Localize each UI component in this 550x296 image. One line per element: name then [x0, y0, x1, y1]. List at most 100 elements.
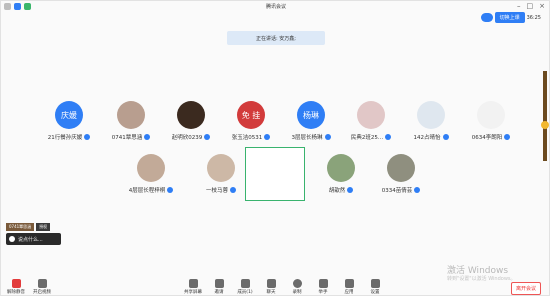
participant-name-row: 张玉洁0531	[221, 133, 281, 141]
mic-status-icon	[347, 187, 354, 193]
avatar: 杨琳	[297, 101, 325, 129]
settings-label: 设置	[370, 290, 380, 295]
mic-status-icon	[324, 134, 331, 140]
participant-tile[interactable]: 0634李朗阳	[461, 101, 521, 141]
participant-tile[interactable]: 0334苗倩芸	[371, 154, 431, 194]
participant-tile[interactable]: 杨琳 3层层长杨琳	[281, 101, 341, 141]
participant-name: 3层层长杨琳	[291, 135, 323, 141]
info-icon[interactable]	[4, 3, 11, 10]
switch-button[interactable]: 切换上课	[494, 12, 525, 23]
record-button[interactable]: 录制	[286, 279, 308, 295]
video-label: 开启视频	[33, 290, 51, 295]
invite-button[interactable]: 邀请	[208, 279, 230, 295]
apps-label: 应用	[344, 290, 354, 295]
speaking-banner: 正在讲话: 安万鑫;	[227, 31, 325, 45]
chat-label: 聊天	[266, 290, 276, 295]
participant-name: 21行餐孙庆媛	[47, 135, 83, 141]
participant-name-row: 胡歆然	[311, 186, 371, 194]
apps-button[interactable]: 应用	[338, 279, 360, 295]
avatar	[417, 101, 445, 129]
maximize-button[interactable]: □	[527, 2, 534, 10]
participant-name: 张玉洁0531	[231, 135, 263, 141]
mic-status-icon	[230, 187, 236, 193]
mic-status-icon	[264, 134, 271, 140]
video-button[interactable]: 开启视频	[31, 279, 53, 295]
window-title: 腾讯会议	[265, 4, 286, 10]
active-speaker-highlight	[245, 147, 305, 201]
participant-name: 142占晴怡	[413, 135, 441, 141]
signal-icon	[24, 3, 31, 10]
avatar	[117, 101, 145, 129]
share-screen-button[interactable]: 共享屏幕	[182, 279, 204, 295]
participant-name: 4层层长程梓桐	[128, 188, 166, 194]
participant-tile[interactable]: 赵明欣0239	[161, 101, 221, 141]
participant-tile[interactable]: 0741覃思涵	[101, 101, 161, 141]
participant-tile[interactable]: 免 挂张玉洁0531	[221, 101, 281, 141]
emoji-icon[interactable]	[9, 236, 15, 242]
participant-name: 0741覃思涵	[111, 135, 143, 141]
chat-input[interactable]: 说点什么...	[6, 233, 61, 245]
chip-left[interactable]: 0741覃思涵	[6, 223, 35, 231]
mic-status-icon	[504, 134, 511, 140]
gear-icon	[370, 279, 380, 288]
side-panel-strip	[543, 71, 547, 161]
cloud-icon	[480, 13, 493, 22]
mic-status-icon	[414, 187, 421, 193]
settings-button[interactable]: 设置	[364, 279, 386, 295]
participant-name: 0334苗倩芸	[381, 188, 413, 194]
avatar	[477, 101, 505, 129]
participant-name-row: 142占晴怡	[401, 133, 461, 141]
participant-name-row: 0741覃思涵	[101, 133, 161, 141]
share-icon	[188, 279, 198, 288]
participant-name: 一枝马蓉	[205, 188, 228, 194]
floating-bubble-icon[interactable]	[541, 121, 549, 129]
mic-status-icon	[84, 134, 91, 140]
chat-button[interactable]: 聊天	[260, 279, 282, 295]
raise-hand-button[interactable]: 举手	[312, 279, 334, 295]
participant-name-row: 3层层长杨琳	[281, 133, 341, 141]
avatar	[387, 154, 415, 182]
unmute-button[interactable]: 解除静音	[5, 279, 27, 295]
participant-name-row: 0634李朗阳	[461, 133, 521, 141]
participant-tile[interactable]: 一枝马蓉	[191, 154, 251, 194]
avatar	[357, 101, 385, 129]
titlebar-left	[4, 3, 31, 10]
members-icon	[240, 279, 250, 288]
record-label: 录制	[292, 290, 302, 295]
participant-name-row: 一枝马蓉	[191, 186, 251, 194]
members-label: 成员(1)	[237, 290, 253, 295]
participant-name-row: 赵明欣0239	[161, 133, 221, 141]
invite-icon	[214, 279, 224, 288]
participant-name-row: 民典2班25...	[341, 133, 401, 141]
participant-tile[interactable]: 庆媛 21行餐孙庆媛	[39, 101, 99, 141]
mic-status-icon	[442, 134, 449, 140]
participant-tile[interactable]: 民典2班25...	[341, 101, 401, 141]
unmute-label: 解除静音	[7, 290, 25, 295]
avatar: 庆媛	[55, 101, 83, 129]
members-button[interactable]: 成员(1)	[234, 279, 256, 295]
mic-status-icon	[385, 134, 392, 140]
shield-icon[interactable]	[14, 3, 21, 10]
record-icon	[292, 279, 302, 288]
avatar: 免 挂	[237, 101, 265, 129]
invite-label: 邀请	[214, 290, 224, 295]
mic-status-icon	[144, 134, 151, 140]
hand-icon	[318, 279, 328, 288]
leave-meeting-button[interactable]: 离开会议	[510, 282, 541, 295]
close-button[interactable]: ×	[539, 2, 545, 10]
mic-muted-icon	[11, 279, 21, 288]
shared-chips: 0741覃思涵 授权	[6, 223, 51, 231]
chip-right[interactable]: 授权	[36, 223, 51, 231]
top-right-controls: 切换上课 36:25	[480, 12, 541, 23]
minimize-button[interactable]: –	[517, 2, 521, 10]
participant-tile[interactable]: 142占晴怡	[401, 101, 461, 141]
bottom-toolbar: 解除静音 开启视频 共享屏幕 邀请 成员(1) 聊天 录制 举手 应用 设置	[1, 279, 550, 296]
mic-status-icon	[204, 134, 211, 140]
participant-name-row: 4层层长程梓桐	[121, 186, 181, 194]
participant-tile[interactable]: 4层层长程梓桐	[121, 154, 181, 194]
participant-name: 胡歆然	[328, 188, 346, 194]
avatar	[327, 154, 355, 182]
avatar	[137, 154, 165, 182]
participant-tile[interactable]: 胡歆然	[311, 154, 371, 194]
window-controls: – □ ×	[517, 2, 545, 10]
